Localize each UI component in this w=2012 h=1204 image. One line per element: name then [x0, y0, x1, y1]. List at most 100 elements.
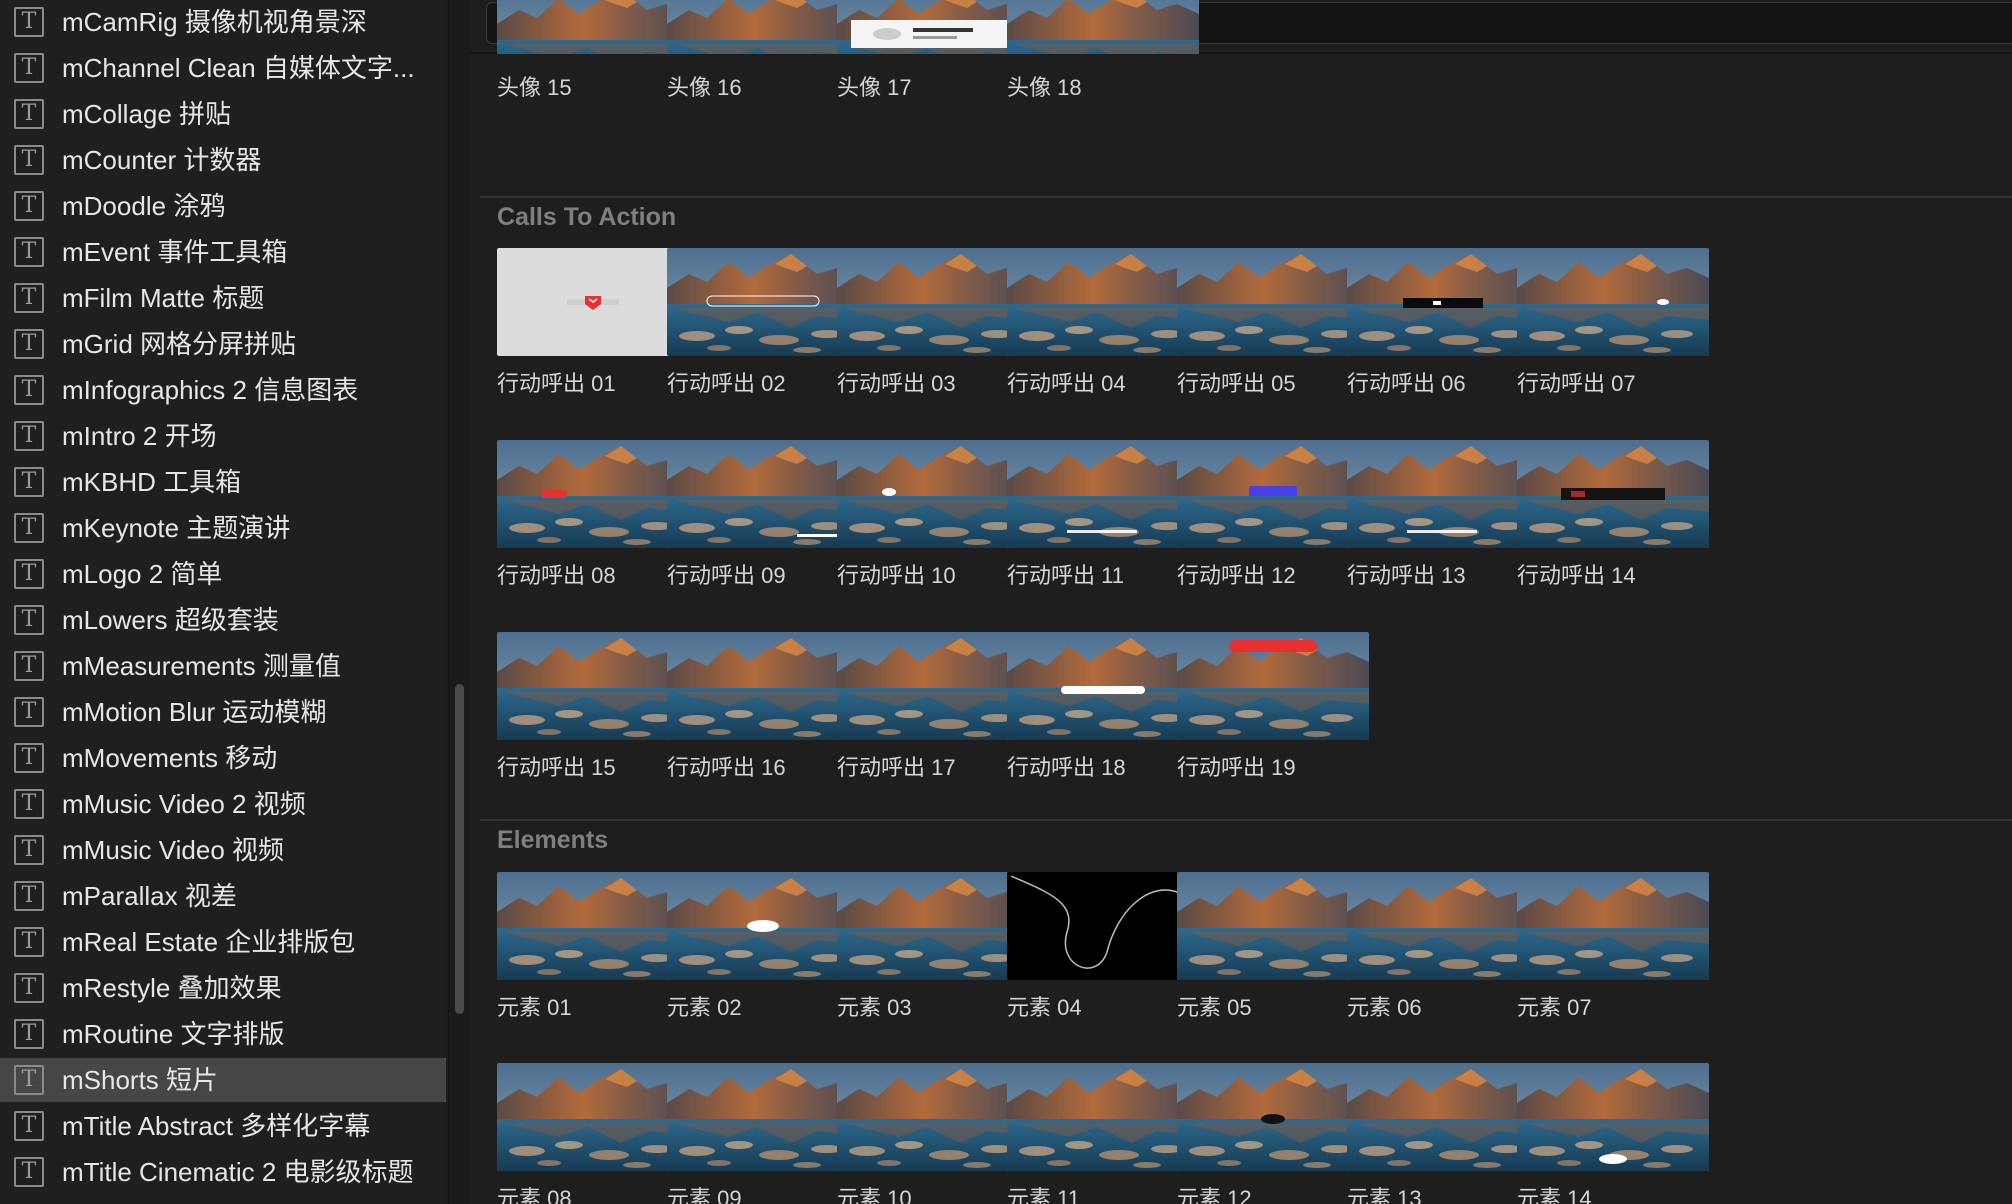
- sidebar-item[interactable]: TmKBHD 工具箱: [0, 460, 446, 504]
- sidebar-item[interactable]: TmTitle Abstract 多样化字幕: [0, 1104, 446, 1148]
- sidebar-item[interactable]: TmLogo 2 简单: [0, 552, 446, 596]
- template-thumbnail[interactable]: [497, 1063, 689, 1171]
- sidebar-item[interactable]: TmDoodle 涂鸦: [0, 184, 446, 228]
- template-thumbnail[interactable]: [1347, 248, 1539, 356]
- sidebar-item-label: mTitle Abstract 多样化字幕: [62, 1111, 371, 1141]
- template-thumbnail[interactable]: [497, 440, 689, 548]
- sidebar-item[interactable]: TmInfographics 2 信息图表: [0, 368, 446, 412]
- template-thumbnail[interactable]: [1007, 872, 1199, 980]
- sidebar-item[interactable]: TmRoutine 文字排版: [0, 1012, 446, 1056]
- template-thumbnail[interactable]: [1347, 440, 1539, 548]
- title-template-icon: T: [14, 421, 44, 451]
- sidebar-item[interactable]: TmRestyle 叠加效果: [0, 966, 446, 1010]
- template-thumbnail[interactable]: [1177, 1063, 1369, 1171]
- section-elements-tile[interactable]: 元素 07: [1517, 872, 1717, 1022]
- sidebar-item[interactable]: TmLowers 超级套装: [0, 598, 446, 642]
- section-title: Elements: [497, 826, 609, 854]
- template-thumbnail[interactable]: [497, 248, 689, 356]
- template-thumbnail[interactable]: [1007, 248, 1199, 356]
- sidebar-item-label: mGrid 网格分屏拼贴: [62, 329, 297, 359]
- template-label: 行动呼出 07: [1517, 371, 1636, 396]
- content-browser: 头像 15头像 16头像 17头像 18Calls To Action行动呼出 …: [470, 0, 2012, 1204]
- template-thumbnail[interactable]: [1517, 872, 1709, 980]
- section-calls-to-action-tile[interactable]: 行动呼出 07: [1517, 248, 1717, 398]
- sidebar-item[interactable]: TmCollage 拼贴: [0, 92, 446, 136]
- sidebar-item[interactable]: TmMeasurements 测量值: [0, 644, 446, 688]
- section-calls-to-action-tile[interactable]: 行动呼出 14: [1517, 440, 1717, 590]
- template-thumbnail[interactable]: [1517, 1063, 1709, 1171]
- template-thumbnail[interactable]: [1007, 632, 1199, 740]
- template-thumbnail[interactable]: [667, 1063, 859, 1171]
- template-thumbnail[interactable]: [837, 1063, 1029, 1171]
- sidebar-item-label: mInfographics 2 信息图表: [62, 375, 359, 405]
- sidebar-item[interactable]: TmParallax 视差: [0, 874, 446, 918]
- sidebar-item-label: mMovements 移动: [62, 743, 278, 773]
- sidebar-item-label: mFilm Matte 标题: [62, 283, 265, 313]
- sidebar-item-label: mCollage 拼贴: [62, 99, 232, 129]
- sidebar-scrollbar-thumb[interactable]: [455, 684, 464, 1014]
- template-thumbnail[interactable]: [667, 632, 859, 740]
- title-template-icon: T: [14, 651, 44, 681]
- sidebar-item[interactable]: TmFilm Matte 标题: [0, 276, 446, 320]
- title-template-icon: T: [14, 1065, 44, 1095]
- sidebar-item[interactable]: TmEvent 事件工具箱: [0, 230, 446, 274]
- template-thumbnail[interactable]: [1007, 0, 1199, 54]
- title-template-icon: T: [14, 467, 44, 497]
- template-thumbnail[interactable]: [1007, 1063, 1199, 1171]
- sidebar-item[interactable]: TmReal Estate 企业排版包: [0, 920, 446, 964]
- template-thumbnail[interactable]: [667, 440, 859, 548]
- sidebar-item-label: mMeasurements 测量值: [62, 651, 341, 681]
- title-template-icon: T: [14, 513, 44, 543]
- template-thumbnail[interactable]: [1517, 440, 1709, 548]
- template-thumbnail[interactable]: [837, 0, 1029, 54]
- template-thumbnail[interactable]: [1177, 248, 1369, 356]
- sidebar-item[interactable]: TmCounter 计数器: [0, 138, 446, 182]
- title-template-icon: T: [14, 7, 44, 37]
- sidebar-item[interactable]: TmIntro 2 开场: [0, 414, 446, 458]
- template-thumbnail[interactable]: [837, 248, 1029, 356]
- sidebar-item-label: mMusic Video 2 视频: [62, 789, 306, 819]
- title-template-icon: T: [14, 329, 44, 359]
- section-avatars-tile[interactable]: 头像 18: [1007, 0, 1207, 142]
- sidebar-item[interactable]: TmKeynote 主题演讲: [0, 506, 446, 550]
- template-thumbnail[interactable]: [1347, 1063, 1539, 1171]
- sidebar-item-label: mKeynote 主题演讲: [62, 513, 291, 543]
- template-thumbnail[interactable]: [1177, 440, 1369, 548]
- sidebar-item-label: mChannel Clean 自媒体文字...: [62, 53, 415, 83]
- template-thumbnail[interactable]: [497, 872, 689, 980]
- section-calls-to-action-tile[interactable]: 行动呼出 19: [1177, 632, 1377, 782]
- title-template-icon: T: [14, 145, 44, 175]
- template-thumbnail[interactable]: [667, 872, 859, 980]
- sidebar-item[interactable]: TmShorts 短片: [0, 1058, 446, 1102]
- title-template-icon: T: [14, 973, 44, 1003]
- sidebar-item[interactable]: TmMusic Video 视频: [0, 828, 446, 872]
- title-template-icon: T: [14, 835, 44, 865]
- sidebar-item[interactable]: TmMovements 移动: [0, 736, 446, 780]
- template-thumbnail[interactable]: [1347, 872, 1539, 980]
- template-thumbnail[interactable]: [837, 632, 1029, 740]
- sidebar-item[interactable]: TmGrid 网格分屏拼贴: [0, 322, 446, 366]
- sidebar-item-label: mCamRig 摄像机视角景深: [62, 7, 367, 37]
- sidebar-item[interactable]: TmMusic Video 2 视频: [0, 782, 446, 826]
- sidebar-scrollbar-track[interactable]: [448, 0, 470, 1204]
- template-thumbnail[interactable]: [837, 440, 1029, 548]
- template-thumbnail[interactable]: [837, 872, 1029, 980]
- template-thumbnail[interactable]: [1177, 872, 1369, 980]
- sidebar-item-label: mEvent 事件工具箱: [62, 237, 288, 267]
- sidebar-item[interactable]: TmTitle Cinematic 2 电影级标题: [0, 1150, 446, 1194]
- title-template-icon: T: [14, 1157, 44, 1187]
- section-elements-tile[interactable]: 元素 14: [1517, 1063, 1717, 1204]
- template-thumbnail[interactable]: [1517, 248, 1709, 356]
- template-thumbnail[interactable]: [497, 632, 689, 740]
- template-thumbnail[interactable]: [1177, 632, 1369, 740]
- sidebar-item[interactable]: TmCamRig 摄像机视角景深: [0, 0, 446, 44]
- sidebar-item-label: mKBHD 工具箱: [62, 467, 242, 497]
- template-thumbnail[interactable]: [667, 248, 859, 356]
- sidebar-item[interactable]: TmChannel Clean 自媒体文字...: [0, 46, 446, 90]
- sidebar-item-label: mShorts 短片: [62, 1065, 219, 1095]
- sidebar-item[interactable]: TmMotion Blur 运动模糊: [0, 690, 446, 734]
- template-thumbnail[interactable]: [497, 0, 689, 54]
- template-thumbnail[interactable]: [1007, 440, 1199, 548]
- title-template-icon: T: [14, 375, 44, 405]
- template-thumbnail[interactable]: [667, 0, 859, 54]
